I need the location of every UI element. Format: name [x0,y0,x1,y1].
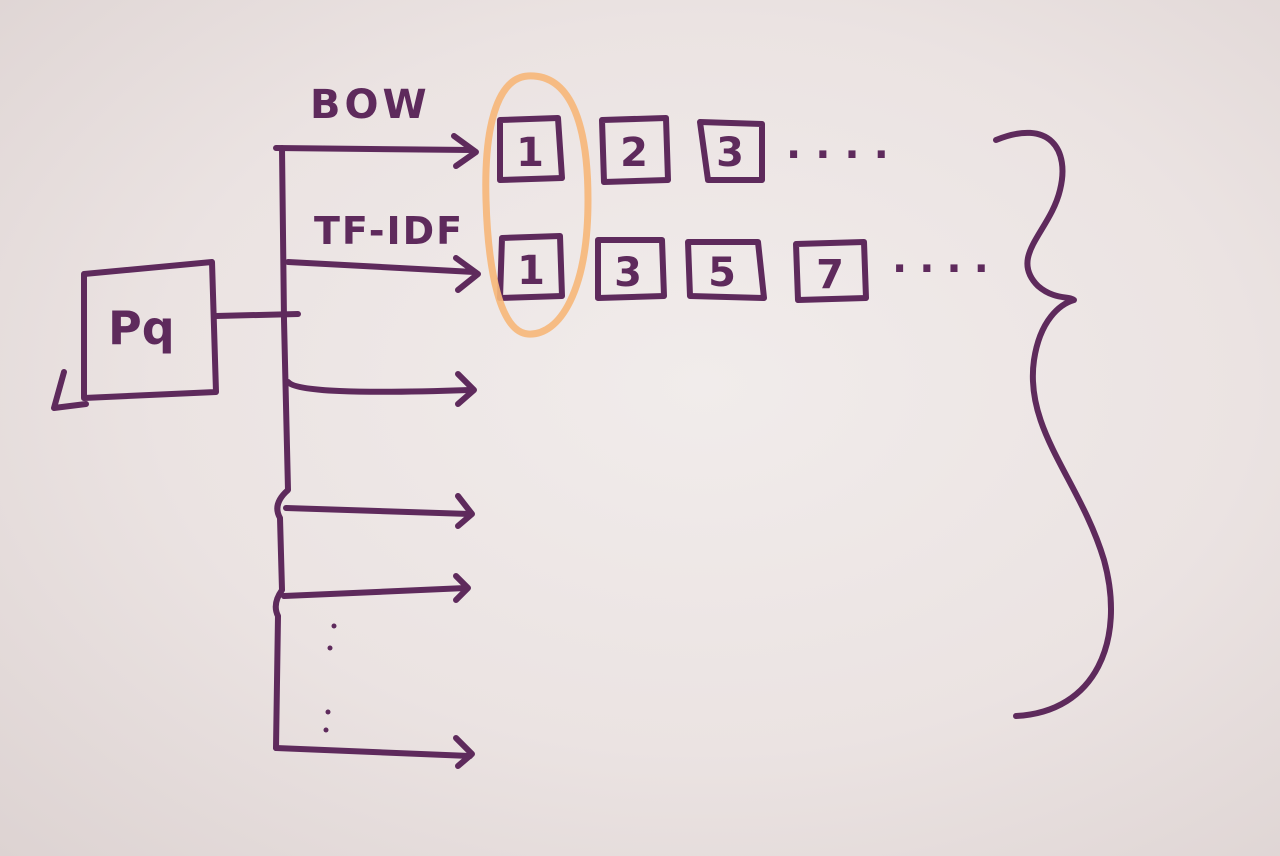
svg-text:7: 7 [816,252,844,298]
branch-line-3 [285,379,473,395]
unlabeled-branches [273,371,477,769]
svg-text:1: 1 [517,248,545,294]
branch-arrow-6 [453,735,475,769]
svg-text:3: 3 [716,130,744,176]
bow-label: BOW [310,82,431,128]
tfidf-result-box: 3 [595,237,667,301]
bow-branch: BOW [273,82,479,169]
bow-result-box: 1 [497,115,565,183]
svg-text:1: 1 [516,130,544,176]
bow-result-box: 3 [697,119,765,183]
whiteboard-canvas: Pq BOW TF-IDF 1 2 3 .... 1 3 5 7 .... [0,0,1280,856]
vertical-ellipsis [323,623,337,733]
tfidf-result-box: 7 [793,239,869,303]
tfidf-ellipsis: .... [892,236,1001,282]
tfidf-arrow-line [285,259,477,275]
tfidf-label: TF-IDF [314,209,464,253]
grouping-brace [993,129,1114,719]
bow-arrow-line [273,145,475,153]
branch-line-6 [273,745,473,759]
query-box: Pq [51,259,219,411]
branch-line-5 [281,585,469,599]
tfidf-result-box: 1 [497,233,565,301]
branch-line-4 [283,505,473,517]
bow-results: 1 2 3 .... [497,115,903,185]
bow-result-box: 2 [599,115,671,185]
tfidf-branch: TF-IDF [285,209,481,293]
tfidf-result-box: 5 [685,239,767,301]
svg-text:5: 5 [708,250,736,296]
svg-text:3: 3 [614,250,642,296]
bow-ellipsis: .... [786,122,903,168]
svg-text:2: 2 [620,130,648,176]
diagram-svg: Pq BOW TF-IDF 1 2 3 .... 1 3 5 7 .... [51,72,1114,769]
branch-trunk [272,145,291,751]
query-box-label: Pq [108,301,175,355]
